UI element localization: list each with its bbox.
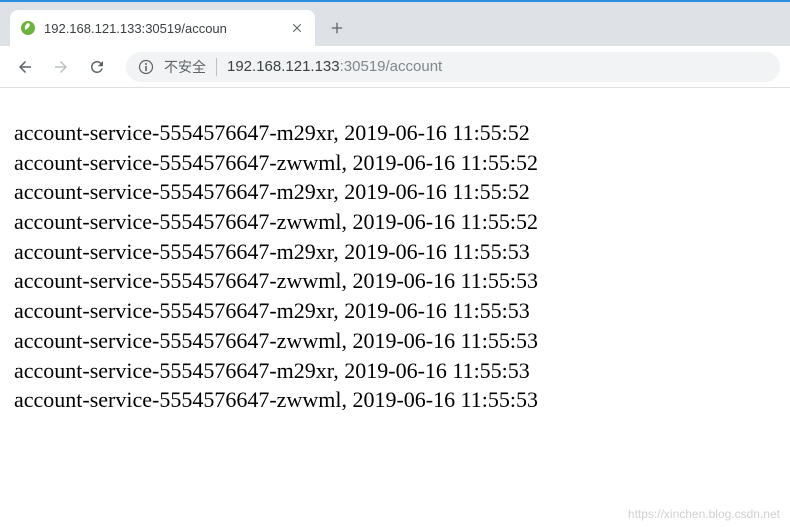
tab-strip: 192.168.121.133:30519/accoun (0, 2, 790, 46)
new-tab-button[interactable] (323, 14, 351, 42)
tab-title: 192.168.121.133:30519/accoun (44, 21, 281, 36)
url-path: /account (386, 58, 443, 75)
response-line: account-service-5554576647-m29xr, 2019-0… (14, 296, 776, 326)
response-line: account-service-5554576647-m29xr, 2019-0… (14, 237, 776, 267)
response-line: account-service-5554576647-m29xr, 2019-0… (14, 118, 776, 148)
url-text: 192.168.121.133:30519/account (227, 58, 442, 75)
url-host: 192.168.121.133 (227, 58, 340, 75)
toolbar: 不安全 192.168.121.133:30519/account (0, 46, 790, 88)
response-line: account-service-5554576647-zwwml, 2019-0… (14, 326, 776, 356)
url-port: :30519 (340, 58, 386, 75)
browser-tab[interactable]: 192.168.121.133:30519/accoun (10, 10, 315, 46)
response-line: account-service-5554576647-zwwml, 2019-0… (14, 266, 776, 296)
security-label: 不安全 (164, 57, 206, 77)
info-icon[interactable] (138, 59, 154, 75)
reload-button[interactable] (82, 52, 112, 82)
response-line: account-service-5554576647-m29xr, 2019-0… (14, 177, 776, 207)
back-button[interactable] (10, 52, 40, 82)
response-line: account-service-5554576647-zwwml, 2019-0… (14, 207, 776, 237)
response-line: account-service-5554576647-zwwml, 2019-0… (14, 148, 776, 178)
watermark-text: https://xinchen.blog.csdn.net (628, 507, 780, 521)
address-bar[interactable]: 不安全 192.168.121.133:30519/account (126, 52, 780, 82)
address-divider (216, 58, 217, 76)
forward-button[interactable] (46, 52, 76, 82)
favicon-spring-icon (20, 20, 36, 36)
response-line: account-service-5554576647-zwwml, 2019-0… (14, 385, 776, 415)
close-tab-icon[interactable] (289, 20, 305, 36)
page-content: account-service-5554576647-m29xr, 2019-0… (0, 88, 790, 429)
response-line: account-service-5554576647-m29xr, 2019-0… (14, 356, 776, 386)
